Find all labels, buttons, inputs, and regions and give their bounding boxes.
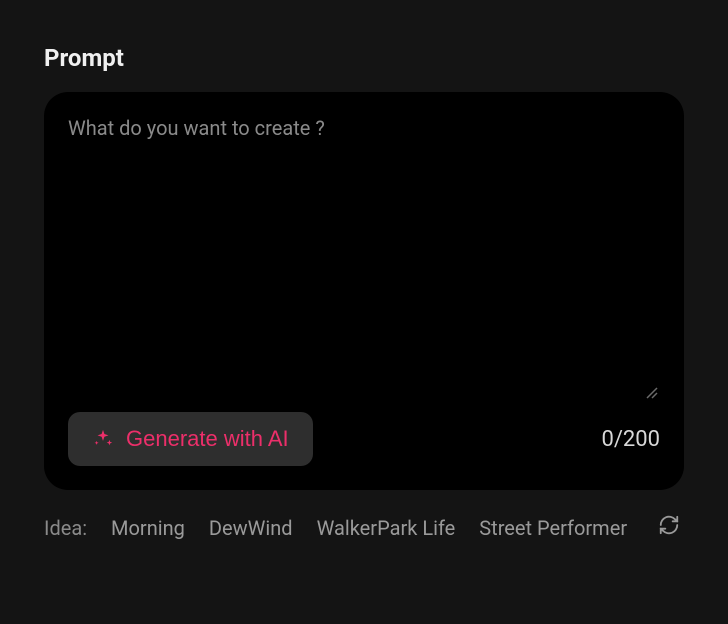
char-counter: 0/200	[601, 427, 660, 452]
generate-with-ai-button[interactable]: Generate with AI	[68, 412, 313, 466]
prompt-input[interactable]	[68, 116, 660, 402]
generate-button-label: Generate with AI	[126, 426, 289, 452]
ideas-list: Idea: Morning DewWind WalkerPark Life St…	[44, 510, 642, 546]
idea-chip[interactable]: DewWind	[209, 510, 293, 546]
idea-label: Idea:	[44, 510, 87, 546]
prompt-section: Prompt Generate with AI	[0, 0, 728, 546]
idea-chip[interactable]: Street Performer	[479, 510, 627, 546]
sparkles-icon	[92, 428, 114, 450]
textarea-wrap	[68, 116, 660, 402]
prompt-bottom-row: Generate with AI 0/200	[68, 412, 660, 466]
ideas-row: Idea: Morning DewWind WalkerPark Life St…	[44, 510, 684, 546]
refresh-ideas-button[interactable]	[654, 510, 684, 543]
refresh-icon	[658, 514, 680, 539]
idea-chip[interactable]: WalkerPark Life	[317, 510, 456, 546]
section-title: Prompt	[44, 44, 684, 72]
idea-chip[interactable]: Morning	[111, 510, 185, 546]
prompt-card: Generate with AI 0/200	[44, 92, 684, 490]
